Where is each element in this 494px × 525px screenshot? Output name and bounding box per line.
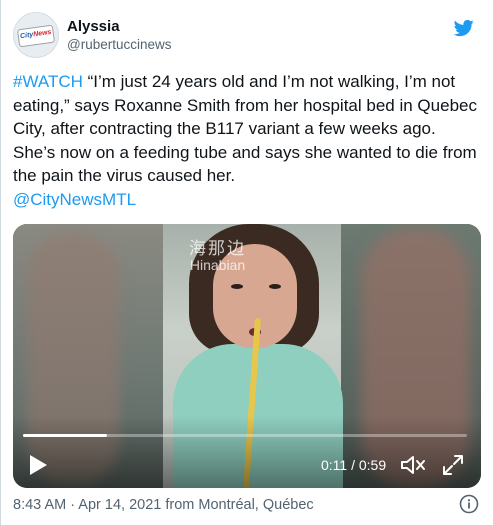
volume-icon[interactable] [399,453,427,477]
tweet-text: #WATCH “I’m just 24 years old and I’m no… [13,70,477,211]
video-time: 0:11 / 0:59 [321,457,387,473]
mention-link[interactable]: @CityNewsMTL [13,190,136,209]
fullscreen-icon[interactable] [441,453,465,477]
tweet-card: CityNews Alyssia @rubertuccinews #WATCH … [0,0,494,525]
video-progress-fill [23,434,108,437]
hashtag-link[interactable]: #WATCH [13,72,83,91]
avatar-logo: CityNews [16,24,56,48]
info-icon[interactable] [459,494,479,514]
tweet-header: CityNews Alyssia @rubertuccinews [13,12,481,62]
tweet-meta[interactable]: 8:43 AM · Apr 14, 2021 from Montréal, Qu… [13,496,314,514]
author-display-name[interactable]: Alyssia [67,18,172,36]
video-progress-bar[interactable] [23,434,467,437]
author-handle[interactable]: @rubertuccinews [67,36,172,54]
play-icon[interactable] [27,453,49,477]
tweet-body: “I’m just 24 years old and I’m not walki… [13,72,477,185]
twitter-bird-icon[interactable] [453,18,475,38]
avatar[interactable]: CityNews [13,12,59,58]
author-names: Alyssia @rubertuccinews [67,18,172,54]
video-watermark: 海那边 Hinabian [189,239,246,273]
video-player[interactable]: 海那边 Hinabian 0:11 / 0:59 [13,224,481,488]
